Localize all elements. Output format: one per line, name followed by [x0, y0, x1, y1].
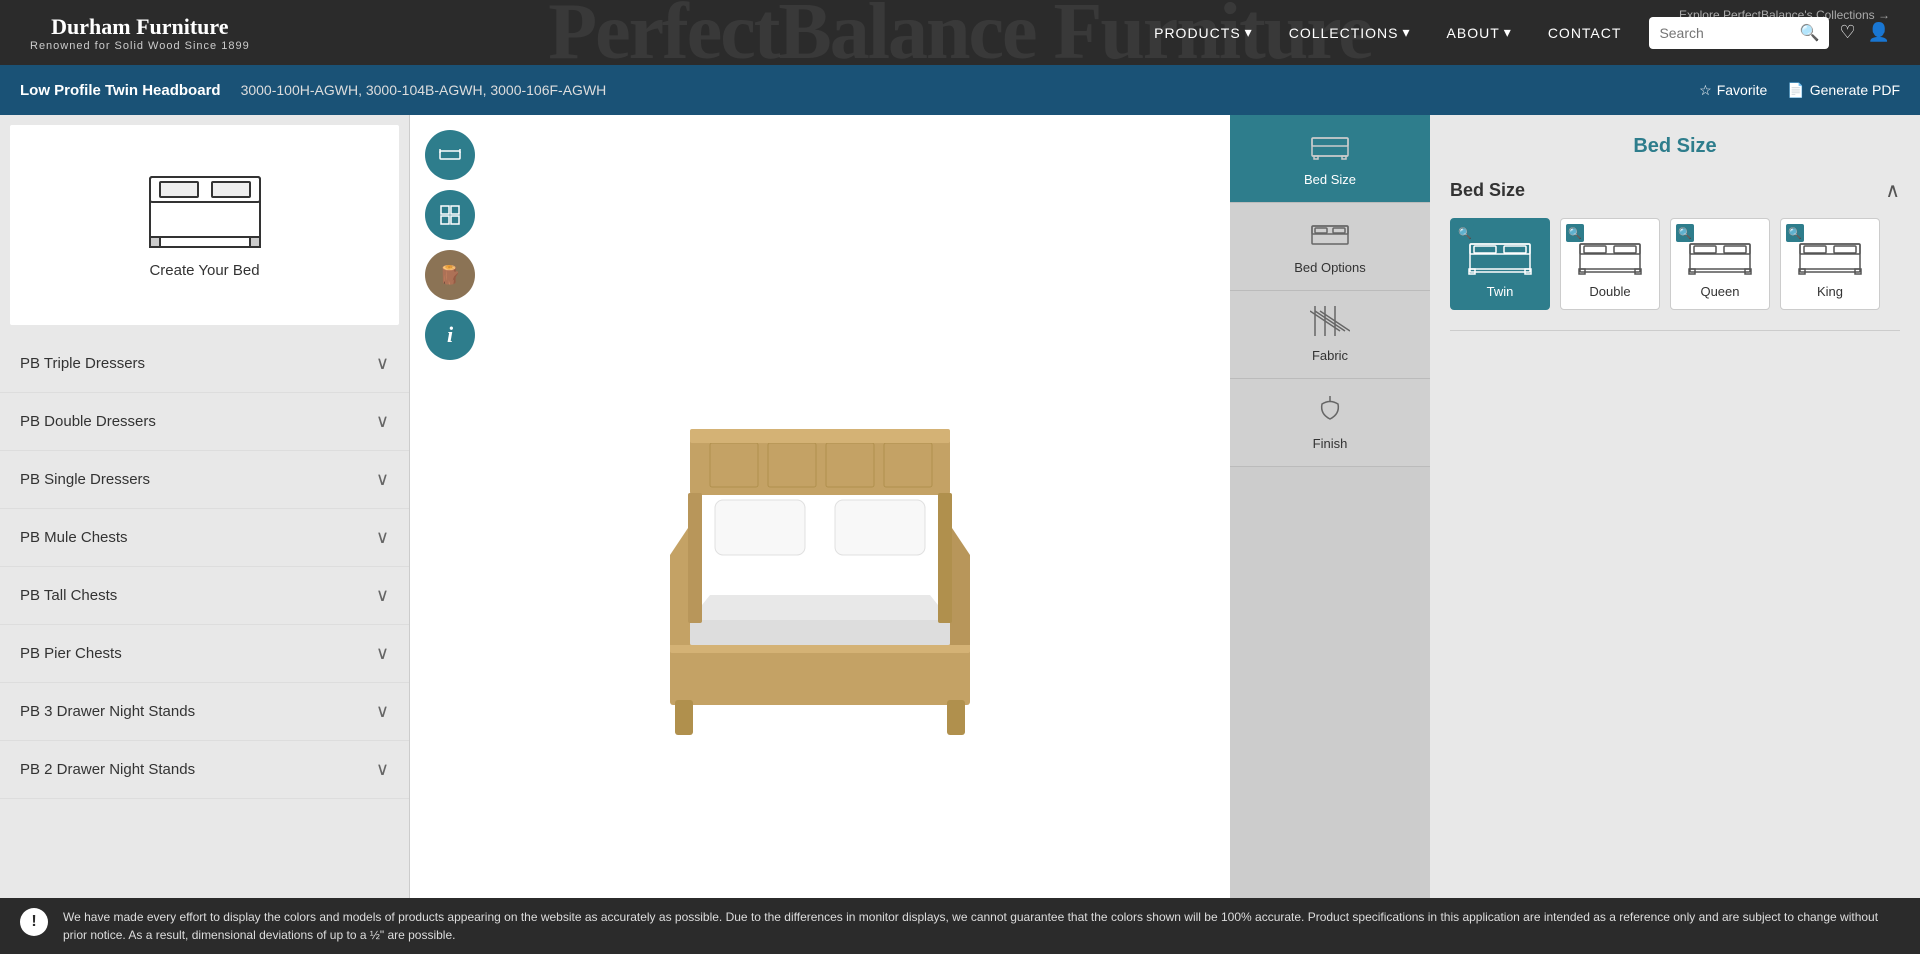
- zoom-icon: 🔍: [1676, 224, 1694, 242]
- collapse-button[interactable]: ∧: [1885, 178, 1900, 203]
- logo: Durham Furniture Renowned for Solid Wood…: [30, 14, 250, 52]
- search-icon: 🔍: [1799, 23, 1819, 43]
- nav-links: PRODUCTS ▾ COLLECTIONS ▾ ABOUT ▾ CONTACT…: [1136, 0, 1890, 65]
- navigation: PerfectBalance Furniture Durham Furnitur…: [0, 0, 1920, 65]
- product-codes: 3000-100H-AGWH, 3000-104B-AGWH, 3000-106…: [241, 82, 607, 98]
- info-bar-actions: ☆ Favorite 📄 Generate PDF: [1699, 82, 1900, 99]
- create-bed-card: Create Your Bed: [10, 125, 399, 325]
- divider: [1450, 330, 1900, 331]
- favorite-button[interactable]: ☆ Favorite: [1699, 82, 1767, 99]
- far-right-panel: Bed Size Bed Size ∧ 🔍 Twin 🔍: [1430, 115, 1920, 954]
- generate-pdf-button[interactable]: 📄 Generate PDF: [1787, 82, 1900, 99]
- chevron-down-icon: ▾: [1245, 24, 1253, 41]
- info-bar: Low Profile Twin Headboard 3000-100H-AGW…: [0, 65, 1920, 115]
- nav-icon-group: ♡ 👤: [1839, 22, 1890, 43]
- chevron-down-icon: ▾: [1403, 24, 1411, 41]
- disclaimer-text: We have made every effort to display the…: [63, 908, 1900, 944]
- wishlist-button[interactable]: ♡: [1839, 22, 1855, 43]
- pdf-icon: 📄: [1787, 82, 1804, 99]
- sidebar-item-0[interactable]: PB Triple Dressers∨: [0, 335, 409, 393]
- wood-color-button[interactable]: 🪵: [425, 250, 475, 300]
- main-layout: Create Your Bed PB Triple Dressers∨PB Do…: [0, 115, 1920, 954]
- nav-about[interactable]: ABOUT ▾: [1429, 0, 1530, 65]
- size-options: 🔍 Twin 🔍 Double 🔍: [1450, 218, 1900, 310]
- sidebar-item-6[interactable]: PB 3 Drawer Night Stands∨: [0, 683, 409, 741]
- sidebar-item-5[interactable]: PB Pier Chests∨: [0, 625, 409, 683]
- bed-image-area[interactable]: Drag to rotate. Tap to zoom in. ⤢: [410, 115, 1230, 954]
- logo-tagline: Renowned for Solid Wood Since 1899: [30, 40, 250, 52]
- config-option-fabric[interactable]: Fabric: [1230, 291, 1430, 379]
- sidebar-item-3[interactable]: PB Mule Chests∨: [0, 509, 409, 567]
- account-button[interactable]: 👤: [1868, 22, 1890, 43]
- bed-size-header: Bed Size ∧: [1450, 178, 1900, 203]
- nav-collections[interactable]: COLLECTIONS ▾: [1271, 0, 1429, 65]
- create-bed-label: Create Your Bed: [149, 262, 259, 279]
- view-mode-button[interactable]: [425, 190, 475, 240]
- viewer-controls: 🪵 i: [425, 130, 475, 360]
- config-option-finish[interactable]: Finish: [1230, 379, 1430, 467]
- size-option-queen[interactable]: 🔍 Queen: [1670, 218, 1770, 310]
- bed-size-section: Bed Size ∧ 🔍 Twin 🔍 Double 🔍: [1450, 178, 1900, 310]
- config-option-bed-size[interactable]: Bed Size: [1230, 115, 1430, 203]
- sidebar-menu: PB Triple Dressers∨PB Double Dressers∨PB…: [0, 335, 409, 799]
- sidebar-item-2[interactable]: PB Single Dressers∨: [0, 451, 409, 509]
- zoom-icon: 🔍: [1786, 224, 1804, 242]
- info-button[interactable]: i: [425, 310, 475, 360]
- panel-title: Bed Size: [1450, 135, 1900, 158]
- size-option-double[interactable]: 🔍 Double: [1560, 218, 1660, 310]
- zoom-icon: 🔍: [1456, 224, 1474, 242]
- center-panel: 🪵 i: [410, 115, 1230, 954]
- sidebar-item-1[interactable]: PB Double Dressers∨: [0, 393, 409, 451]
- disclaimer-bar: ! We have made every effort to display t…: [0, 898, 1920, 954]
- section-label: Bed Size: [1450, 180, 1525, 201]
- star-icon: ☆: [1699, 82, 1712, 99]
- size-option-king[interactable]: 🔍 King: [1780, 218, 1880, 310]
- dimensions-button[interactable]: [425, 130, 475, 180]
- search-box[interactable]: 🔍: [1649, 17, 1829, 49]
- product-title: Low Profile Twin Headboard: [20, 82, 221, 99]
- nav-products[interactable]: PRODUCTS ▾: [1136, 0, 1271, 65]
- left-sidebar: Create Your Bed PB Triple Dressers∨PB Do…: [0, 115, 410, 954]
- search-input[interactable]: [1659, 25, 1799, 41]
- nav-contact[interactable]: CONTACT: [1530, 0, 1640, 65]
- sidebar-item-7[interactable]: PB 2 Drawer Night Stands∨: [0, 741, 409, 799]
- right-config-panel: Bed Size Bed Options Fabric Finish: [1230, 115, 1430, 954]
- size-option-twin[interactable]: 🔍 Twin: [1450, 218, 1550, 310]
- zoom-icon: 🔍: [1566, 224, 1584, 242]
- logo-name: Durham Furniture: [51, 14, 228, 40]
- config-options: Bed Size Bed Options Fabric Finish: [1230, 115, 1430, 467]
- disclaimer-icon: !: [20, 908, 48, 936]
- config-option-bed-options[interactable]: Bed Options: [1230, 203, 1430, 291]
- chevron-down-icon: ▾: [1504, 24, 1512, 41]
- sidebar-item-4[interactable]: PB Tall Chests∨: [0, 567, 409, 625]
